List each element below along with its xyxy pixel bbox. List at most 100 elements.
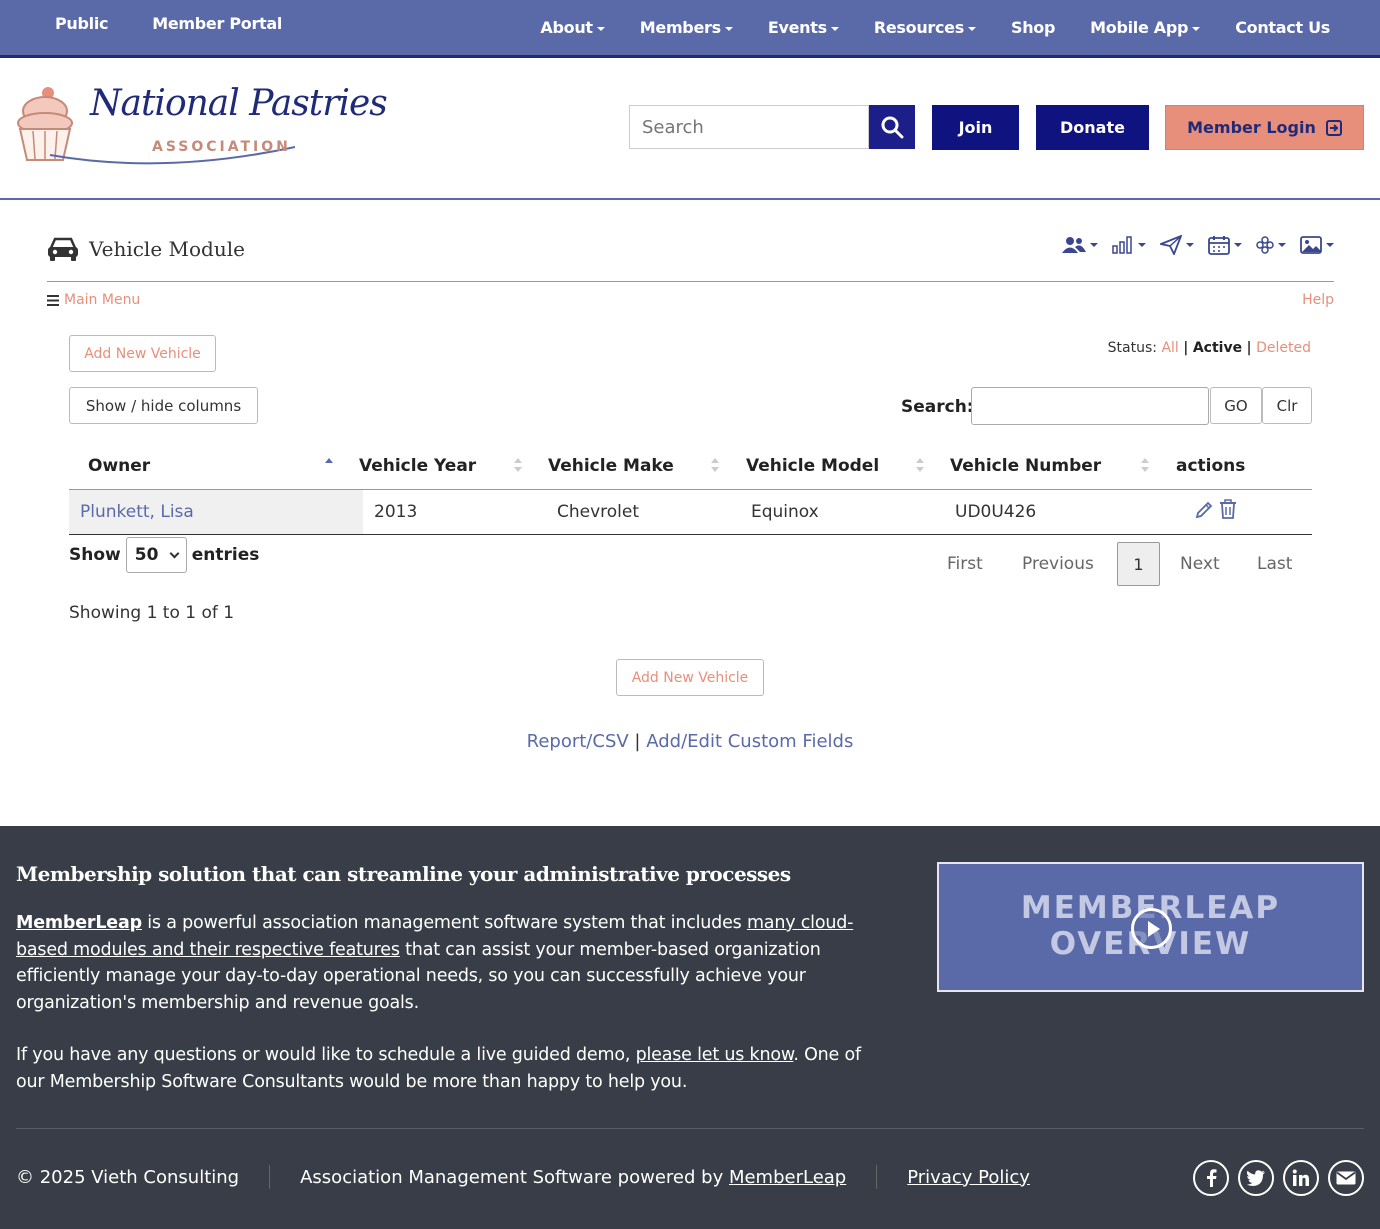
column-header-vehicle-make[interactable]: Vehicle Make xyxy=(548,456,674,476)
delete-button[interactable] xyxy=(1219,499,1237,523)
nav-about-label: About xyxy=(540,18,593,37)
table-search-input[interactable] xyxy=(971,387,1209,425)
custom-fields-link[interactable]: Add/Edit Custom Fields xyxy=(646,731,853,752)
module-title: Vehicle Module xyxy=(47,236,245,262)
nav-resources[interactable]: Resources xyxy=(874,18,976,37)
table-header: Owner Vehicle Year Vehicle Make Vehicle … xyxy=(69,444,1312,490)
image-icon xyxy=(1300,236,1322,254)
pager-previous[interactable]: Previous xyxy=(1022,554,1094,574)
module-divider xyxy=(47,281,1334,282)
clear-button[interactable]: Clr xyxy=(1262,387,1312,424)
nav-mobile-app[interactable]: Mobile App xyxy=(1090,18,1201,37)
column-header-vehicle-number[interactable]: Vehicle Number xyxy=(950,456,1101,476)
sort-icon[interactable] xyxy=(711,458,719,474)
show-hide-columns-button[interactable]: Show / hide columns xyxy=(69,387,258,424)
nav-contact-us[interactable]: Contact Us xyxy=(1235,18,1330,37)
caret-down-icon xyxy=(1138,243,1146,247)
owner-link[interactable]: Plunkett, Lisa xyxy=(80,502,194,522)
go-button[interactable]: GO xyxy=(1210,387,1262,424)
site-header: National Pastries ASSOCIATION Join Donat… xyxy=(0,58,1380,200)
memberleap-link[interactable]: MemberLeap xyxy=(16,913,142,933)
email-icon[interactable] xyxy=(1328,1160,1364,1196)
chevron-down-icon xyxy=(169,548,180,558)
asterisk-icon xyxy=(1256,236,1274,254)
pager-last[interactable]: Last xyxy=(1257,554,1292,574)
caret-down-icon xyxy=(724,26,733,31)
donate-button[interactable]: Donate xyxy=(1036,105,1149,150)
column-header-owner[interactable]: Owner xyxy=(88,456,150,476)
settings-menu[interactable] xyxy=(1256,236,1286,254)
nav-shop-label: Shop xyxy=(1010,18,1056,37)
users-icon xyxy=(1062,237,1086,253)
calendar-menu[interactable] xyxy=(1208,235,1242,255)
footer-paragraph-1: MemberLeap is a powerful association man… xyxy=(16,910,886,1016)
reports-menu[interactable] xyxy=(1112,236,1146,254)
edit-button[interactable] xyxy=(1194,500,1214,524)
calendar-icon xyxy=(1208,236,1230,255)
sort-icon[interactable] xyxy=(1141,458,1149,474)
status-all-link[interactable]: All xyxy=(1161,340,1178,356)
link-separator: | xyxy=(634,731,641,752)
nav-members[interactable]: Members xyxy=(640,18,733,37)
nav-about[interactable]: About xyxy=(540,18,605,37)
email-menu[interactable] xyxy=(1160,235,1194,255)
pager-first[interactable]: First xyxy=(947,554,983,574)
sort-asc-icon[interactable] xyxy=(325,458,333,474)
nav-events-label: Events xyxy=(767,18,827,37)
nav-shop[interactable]: Shop xyxy=(1011,18,1055,37)
member-login-button[interactable]: Member Login xyxy=(1165,105,1364,150)
join-button[interactable]: Join xyxy=(932,105,1019,150)
sort-icon[interactable] xyxy=(514,458,522,474)
table-search-label: Search: xyxy=(901,397,974,417)
member-login-label: Member Login xyxy=(1187,118,1316,137)
module-title-text: Vehicle Module xyxy=(89,237,245,261)
play-icon[interactable] xyxy=(1131,908,1172,949)
top-navigation: Public Member Portal About Members Event… xyxy=(0,0,1380,58)
caret-down-icon xyxy=(1278,243,1286,247)
help-link[interactable]: Help xyxy=(1302,292,1334,308)
entries-select[interactable]: 50 xyxy=(125,537,187,573)
paper-plane-icon xyxy=(1160,235,1182,255)
nav-events[interactable]: Events xyxy=(768,18,839,37)
powered-by-memberleap-link[interactable]: MemberLeap xyxy=(729,1167,846,1188)
status-active-link[interactable]: Active xyxy=(1193,340,1242,356)
copyright-text: © 2025 Vieth Consulting xyxy=(16,1166,240,1188)
caret-down-icon xyxy=(1186,243,1194,247)
twitter-icon[interactable] xyxy=(1238,1160,1274,1196)
logo-script-text: National Pastries xyxy=(90,83,388,124)
pager-next[interactable]: Next xyxy=(1180,554,1220,574)
report-csv-link[interactable]: Report/CSV xyxy=(527,731,629,752)
add-new-vehicle-button-bottom[interactable]: Add New Vehicle xyxy=(616,659,764,696)
footer-p1-text1: is a powerful association management sof… xyxy=(141,913,747,933)
site-search-input[interactable] xyxy=(629,105,869,149)
vehicle-table: Owner Vehicle Year Vehicle Make Vehicle … xyxy=(69,444,1312,535)
caret-down-icon xyxy=(1090,243,1098,247)
facebook-icon[interactable] xyxy=(1193,1160,1229,1196)
privacy-policy-link[interactable]: Privacy Policy xyxy=(907,1167,1030,1188)
site-search-button[interactable] xyxy=(869,105,915,149)
memberleap-overview-video[interactable]: MEMBERLEAP OVERVIEW xyxy=(937,862,1364,992)
column-header-vehicle-model[interactable]: Vehicle Model xyxy=(746,456,879,476)
nav-member-portal[interactable]: Member Portal xyxy=(152,14,282,33)
sort-icon[interactable] xyxy=(916,458,924,474)
caret-down-icon xyxy=(967,26,976,31)
vehicle-year-cell: 2013 xyxy=(374,502,418,522)
add-new-vehicle-button[interactable]: Add New Vehicle xyxy=(69,335,216,372)
site-logo[interactable]: National Pastries ASSOCIATION xyxy=(15,83,388,173)
entries-label: entries xyxy=(191,545,260,565)
footer-paragraph-2: If you have any questions or would like … xyxy=(16,1042,886,1095)
powered-by-label: Association Management Software powered … xyxy=(300,1166,729,1188)
column-header-vehicle-year[interactable]: Vehicle Year xyxy=(359,456,476,476)
users-menu[interactable] xyxy=(1062,236,1098,254)
main-menu-link[interactable]: Main Menu xyxy=(47,292,140,308)
bottom-links: Report/CSV | Add/Edit Custom Fields xyxy=(0,731,1380,752)
module-toolbar xyxy=(1062,235,1334,255)
trash-icon xyxy=(1220,499,1236,519)
status-deleted-link[interactable]: Deleted xyxy=(1256,340,1311,356)
media-menu[interactable] xyxy=(1300,236,1334,254)
pager-current-page[interactable]: 1 xyxy=(1117,542,1160,586)
contact-link[interactable]: please let us know xyxy=(636,1045,794,1065)
linkedin-icon[interactable] xyxy=(1283,1160,1319,1196)
table-row: Plunkett, Lisa 2013 Chevrolet Equinox UD… xyxy=(69,490,1312,535)
nav-public[interactable]: Public xyxy=(55,14,109,33)
